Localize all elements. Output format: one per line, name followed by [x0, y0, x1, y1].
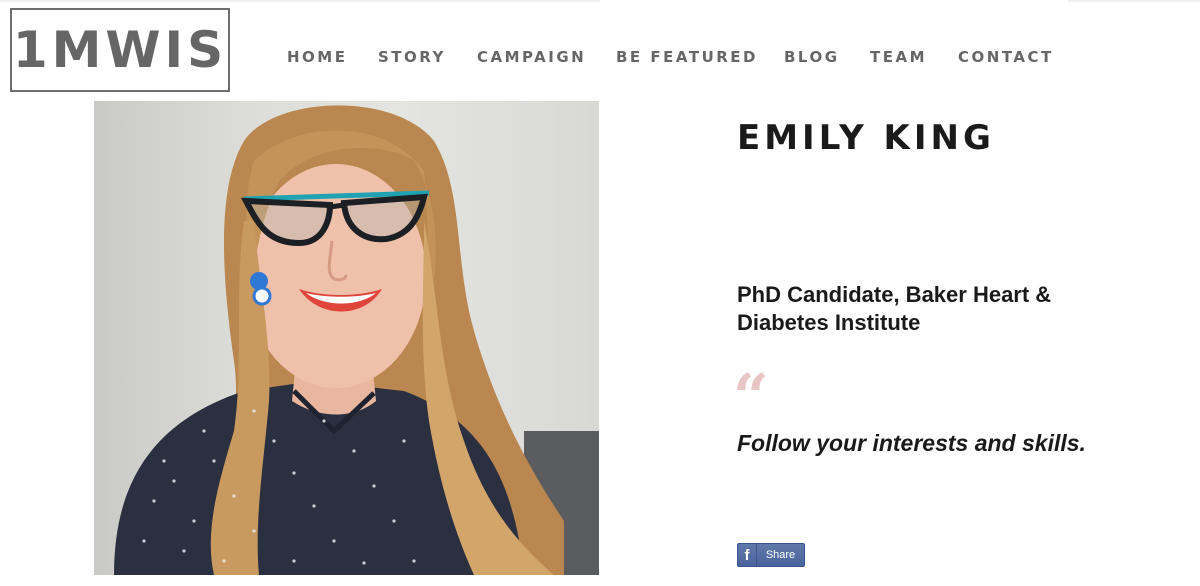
- nav-item-contact[interactable]: CONTACT: [958, 47, 1054, 67]
- top-divider-right: [1068, 0, 1200, 2]
- profile-role: PhD Candidate, Baker Heart & Diabetes In…: [737, 282, 1052, 335]
- quote-mark-icon: “: [733, 360, 769, 433]
- facebook-share-button[interactable]: f Share: [737, 543, 805, 567]
- nav-item-home[interactable]: HOME: [287, 47, 347, 67]
- profile-quote: Follow your interests and skills.: [737, 430, 1086, 456]
- profile-photo: [94, 101, 599, 575]
- nav-item-campaign[interactable]: CAMPAIGN: [477, 47, 586, 67]
- nav-item-team[interactable]: TEAM: [870, 47, 927, 67]
- profile-photo-illustration: [114, 105, 599, 575]
- facebook-icon: f: [738, 544, 757, 566]
- nav-item-be-featured[interactable]: BE FEATURED: [616, 47, 758, 67]
- top-divider-left: [0, 0, 600, 2]
- profile-name: EMILY KING: [737, 118, 995, 158]
- nav-item-story[interactable]: STORY: [378, 47, 446, 67]
- share-label: Share: [765, 549, 796, 561]
- main-navigation: HOME STORY CAMPAIGN BE FEATURED BLOG TEA…: [0, 47, 1200, 67]
- nav-item-blog[interactable]: BLOG: [784, 47, 840, 67]
